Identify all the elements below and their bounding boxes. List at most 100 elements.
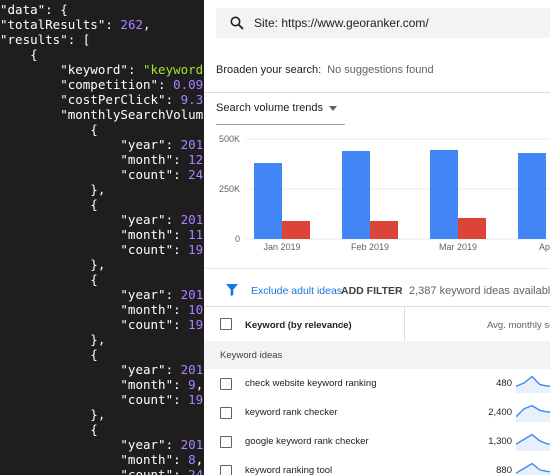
broaden-label: Broaden your search: — [216, 64, 322, 76]
code-line: "count": 1900 — [0, 392, 210, 407]
table-row[interactable]: check website keyword ranking 480 — [204, 369, 550, 399]
code-token: 10 — [188, 302, 204, 317]
code-line: { — [0, 197, 98, 212]
table-row[interactable]: google keyword rank checker 1,300 — [204, 427, 550, 457]
code-token: 262 — [120, 17, 143, 32]
code-token: : — [105, 17, 121, 32]
exclude-adult-ideas-chip[interactable]: Exclude adult ideas — [251, 285, 342, 297]
code-line: { — [0, 272, 98, 287]
code-token: : — [173, 317, 189, 332]
search-query[interactable]: Site: https://www.georanker.com/ — [254, 16, 429, 30]
ideas-count: 2,387 keyword ideas available — [409, 285, 550, 297]
code-token: { — [0, 422, 98, 437]
keyword-cell: keyword rank checker — [245, 407, 338, 418]
code-line: "results": [ — [0, 32, 90, 47]
code-token: { — [0, 197, 98, 212]
code-token: : — [173, 392, 189, 407]
trend-dropdown[interactable]: Search volume trends — [216, 102, 345, 125]
code-line: "year": 2019, — [0, 437, 210, 452]
row-checkbox[interactable] — [220, 378, 232, 390]
code-line: "year": 2019, — [0, 287, 210, 302]
search-bar[interactable]: Site: https://www.georanker.com/ — [216, 8, 550, 38]
code-line: { — [0, 422, 98, 437]
bar[interactable] — [458, 218, 486, 239]
bar[interactable] — [342, 151, 370, 239]
sort-arrow-icon[interactable]: ↓ — [340, 319, 345, 330]
row-checkbox[interactable] — [220, 407, 232, 419]
code-line: { — [0, 122, 98, 137]
code-line: "keyword": "keyword r — [0, 62, 210, 77]
bar[interactable] — [282, 221, 310, 239]
code-line: "costPerClick": 9.373 — [0, 92, 210, 107]
search-icon — [230, 16, 244, 30]
code-token: "costPerClick" — [0, 92, 166, 107]
code-token: : [ — [67, 32, 91, 47]
code-token: : — [165, 212, 181, 227]
code-token: { — [0, 122, 98, 137]
code-line: "count": 2400 — [0, 467, 210, 475]
code-token: { — [0, 347, 98, 362]
add-filter-button[interactable]: ADD FILTER — [341, 285, 403, 297]
filter-icon[interactable] — [226, 284, 238, 296]
table-row[interactable]: keyword ranking tool 880 — [204, 456, 550, 475]
table-row[interactable]: keyword rank checker 2,400 — [204, 398, 550, 428]
code-line: }, — [0, 407, 105, 422]
row-checkbox[interactable] — [220, 465, 232, 475]
code-line: "year": 2019, — [0, 137, 210, 152]
code-token: : — [173, 302, 189, 317]
code-token: { — [0, 47, 38, 62]
code-line: }, — [0, 332, 105, 347]
code-line: "month": 10, — [0, 302, 210, 317]
code-token: "month" — [0, 302, 174, 317]
bar[interactable] — [254, 163, 282, 239]
section-header: Keyword ideas — [204, 341, 550, 369]
code-token: { — [0, 272, 98, 287]
code-token: "year" — [0, 287, 166, 302]
code-token: : { — [45, 2, 68, 17]
code-line: "data": { — [0, 2, 68, 17]
code-token: : — [173, 227, 189, 242]
avg-searches-cell: 1,300 — [488, 436, 512, 447]
avg-searches-cell: 2,400 — [488, 407, 512, 418]
code-token: "month" — [0, 227, 174, 242]
divider — [204, 92, 550, 93]
code-line: "month": 11, — [0, 227, 210, 242]
code-token: "data" — [0, 2, 46, 17]
select-all-checkbox[interactable] — [220, 318, 232, 330]
code-token: : — [173, 152, 189, 167]
code-token: 12 — [188, 152, 204, 167]
section-label: Keyword ideas — [220, 350, 283, 361]
code-token: "month" — [0, 377, 174, 392]
code-token: : — [173, 167, 189, 182]
bar[interactable] — [370, 221, 398, 239]
code-line: }, — [0, 182, 105, 197]
code-token: "keyword r — [143, 62, 204, 77]
code-token: "year" — [0, 437, 166, 452]
code-token: }, — [0, 332, 106, 347]
code-token: "year" — [0, 212, 166, 227]
code-token: 9 — [188, 377, 196, 392]
keyword-cell: google keyword rank checker — [245, 436, 369, 447]
code-token: : — [127, 62, 143, 77]
x-tick-label: Feb 2019 — [351, 242, 389, 252]
column-header-keyword[interactable]: Keyword (by relevance) — [245, 320, 352, 331]
divider — [204, 268, 550, 269]
code-line: "year": 2019, — [0, 362, 210, 377]
avg-searches-cell: 880 — [496, 465, 512, 475]
bar[interactable] — [518, 153, 546, 239]
code-token: "results" — [0, 32, 68, 47]
code-line: "year": 2019, — [0, 212, 210, 227]
row-checkbox[interactable] — [220, 436, 232, 448]
code-token: "year" — [0, 362, 166, 377]
code-token: : — [165, 362, 181, 377]
column-header-avg-monthly-searches[interactable]: Avg. monthly searches — [487, 320, 550, 331]
trend-sparkline — [516, 462, 550, 475]
code-token: : — [173, 377, 189, 392]
y-tick-label: 500K — [219, 134, 240, 144]
code-token: : — [165, 137, 181, 152]
avg-searches-cell: 480 — [496, 378, 512, 389]
code-token: "count" — [0, 467, 174, 475]
code-token: : — [173, 452, 189, 467]
x-tick-label: Mar 2019 — [439, 242, 477, 252]
bar[interactable] — [430, 150, 458, 239]
